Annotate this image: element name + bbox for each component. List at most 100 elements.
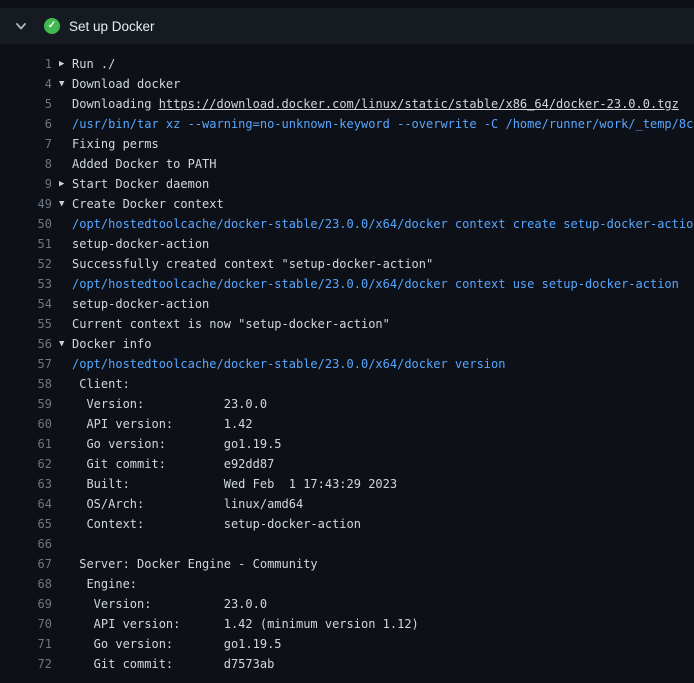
log-text: setup-docker-action <box>72 234 694 254</box>
line-number[interactable]: 49 <box>0 194 52 214</box>
log-row: 8Added Docker to PATH <box>0 154 694 174</box>
line-number[interactable]: 68 <box>0 574 52 594</box>
log-text: Version: 23.0.0 <box>72 394 694 414</box>
line-number[interactable]: 52 <box>0 254 52 274</box>
line-number[interactable]: 62 <box>0 454 52 474</box>
log-segment: Go version: go1.19.5 <box>72 637 282 651</box>
collapse-arrow-icon[interactable]: ▼ <box>52 334 72 354</box>
line-number[interactable]: 66 <box>0 534 52 554</box>
log-text: Server: Docker Engine - Community <box>72 554 694 574</box>
log-text: Git commit: e92dd87 <box>72 454 694 474</box>
log-row: 61 Go version: go1.19.5 <box>0 434 694 454</box>
log-text: Engine: <box>72 574 694 594</box>
line-number[interactable]: 51 <box>0 234 52 254</box>
line-number[interactable]: 5 <box>0 94 52 114</box>
arrow-spacer <box>52 314 72 334</box>
log-row: 68 Engine: <box>0 574 694 594</box>
log-row: 64 OS/Arch: linux/amd64 <box>0 494 694 514</box>
collapse-arrow-icon[interactable]: ▼ <box>52 194 72 214</box>
log-row: 54 setup-docker-action <box>0 294 694 314</box>
line-number[interactable]: 63 <box>0 474 52 494</box>
log-text: Start Docker daemon <box>72 174 694 194</box>
line-number[interactable]: 9 <box>0 174 52 194</box>
log-segment: Run ./ <box>72 57 115 71</box>
log-segment: Successfully created context "setup-dock… <box>72 257 433 271</box>
line-number[interactable]: 54 <box>0 294 52 314</box>
arrow-spacer <box>52 634 72 654</box>
log-text: setup-docker-action <box>72 294 694 314</box>
expand-arrow-icon[interactable]: ▶ <box>52 174 72 194</box>
line-number[interactable]: 7 <box>0 134 52 154</box>
line-number[interactable]: 1 <box>0 54 52 74</box>
arrow-spacer <box>52 154 72 174</box>
log-segment: setup-docker-action <box>72 297 209 311</box>
chevron-down-icon[interactable] <box>14 19 28 33</box>
arrow-spacer <box>52 394 72 414</box>
line-number[interactable]: 8 <box>0 154 52 174</box>
log-group-header-row[interactable]: 49▼Create Docker context <box>0 194 694 214</box>
log-text: Run ./ <box>72 54 694 74</box>
line-number[interactable]: 59 <box>0 394 52 414</box>
step-header[interactable]: ✓ Set up Docker <box>0 8 694 44</box>
line-number[interactable]: 65 <box>0 514 52 534</box>
top-spacer <box>0 0 694 8</box>
log-command: /opt/hostedtoolcache/docker-stable/23.0.… <box>72 357 505 371</box>
line-number[interactable]: 57 <box>0 354 52 374</box>
log-text: OS/Arch: linux/amd64 <box>72 494 694 514</box>
log-row: 51 setup-docker-action <box>0 234 694 254</box>
line-number[interactable]: 58 <box>0 374 52 394</box>
line-number[interactable]: 70 <box>0 614 52 634</box>
log-group-header-row[interactable]: 9▶Start Docker daemon <box>0 174 694 194</box>
log-segment: OS/Arch: linux/amd64 <box>72 497 303 511</box>
arrow-spacer <box>52 454 72 474</box>
log-text: /opt/hostedtoolcache/docker-stable/23.0.… <box>72 274 694 294</box>
line-number[interactable]: 60 <box>0 414 52 434</box>
line-number[interactable]: 67 <box>0 554 52 574</box>
log-text: Version: 23.0.0 <box>72 594 694 614</box>
log-command: /opt/hostedtoolcache/docker-stable/23.0.… <box>72 217 694 231</box>
log-text: Download docker <box>72 74 694 94</box>
line-number[interactable]: 55 <box>0 314 52 334</box>
arrow-spacer <box>52 554 72 574</box>
log-text: Go version: go1.19.5 <box>72 634 694 654</box>
arrow-spacer <box>52 94 72 114</box>
log-group-header-row[interactable]: 1▶Run ./ <box>0 54 694 74</box>
line-number[interactable]: 4 <box>0 74 52 94</box>
log-segment: Server: Docker Engine - Community <box>72 557 318 571</box>
arrow-spacer <box>52 414 72 434</box>
log-link[interactable]: https://download.docker.com/linux/static… <box>159 97 679 111</box>
log-segment: Docker info <box>72 337 151 351</box>
arrow-spacer <box>52 374 72 394</box>
log-segment: Client: <box>72 377 130 391</box>
log-row: 55Current context is now "setup-docker-a… <box>0 314 694 334</box>
log-row: 58 Client: <box>0 374 694 394</box>
log-text: Fixing perms <box>72 134 694 154</box>
log-group-header-row[interactable]: 56▼Docker info <box>0 334 694 354</box>
arrow-spacer <box>52 594 72 614</box>
collapse-arrow-icon[interactable]: ▼ <box>52 74 72 94</box>
log-segment: Start Docker daemon <box>72 177 209 191</box>
line-number[interactable]: 53 <box>0 274 52 294</box>
log-segment: Git commit: d7573ab <box>72 657 274 671</box>
line-number[interactable]: 64 <box>0 494 52 514</box>
arrow-spacer <box>52 654 72 674</box>
log-group-header-row[interactable]: 4▼Download docker <box>0 74 694 94</box>
line-number[interactable]: 61 <box>0 434 52 454</box>
line-number[interactable]: 6 <box>0 114 52 134</box>
arrow-spacer <box>52 614 72 634</box>
log-text: Git commit: d7573ab <box>72 654 694 674</box>
line-number[interactable]: 56 <box>0 334 52 354</box>
line-number[interactable]: 72 <box>0 654 52 674</box>
expand-arrow-icon[interactable]: ▶ <box>52 54 72 74</box>
log-text: Context: setup-docker-action <box>72 514 694 534</box>
log-text: API version: 1.42 <box>72 414 694 434</box>
log-segment: Download docker <box>72 77 180 91</box>
line-number[interactable]: 71 <box>0 634 52 654</box>
line-number[interactable]: 50 <box>0 214 52 234</box>
line-number[interactable]: 69 <box>0 594 52 614</box>
arrow-spacer <box>52 574 72 594</box>
arrow-spacer <box>52 274 72 294</box>
log-row: 70 API version: 1.42 (minimum version 1.… <box>0 614 694 634</box>
log-row: 52 Successfully created context "setup-do… <box>0 254 694 274</box>
log-text: Downloading https://download.docker.com/… <box>72 94 694 114</box>
